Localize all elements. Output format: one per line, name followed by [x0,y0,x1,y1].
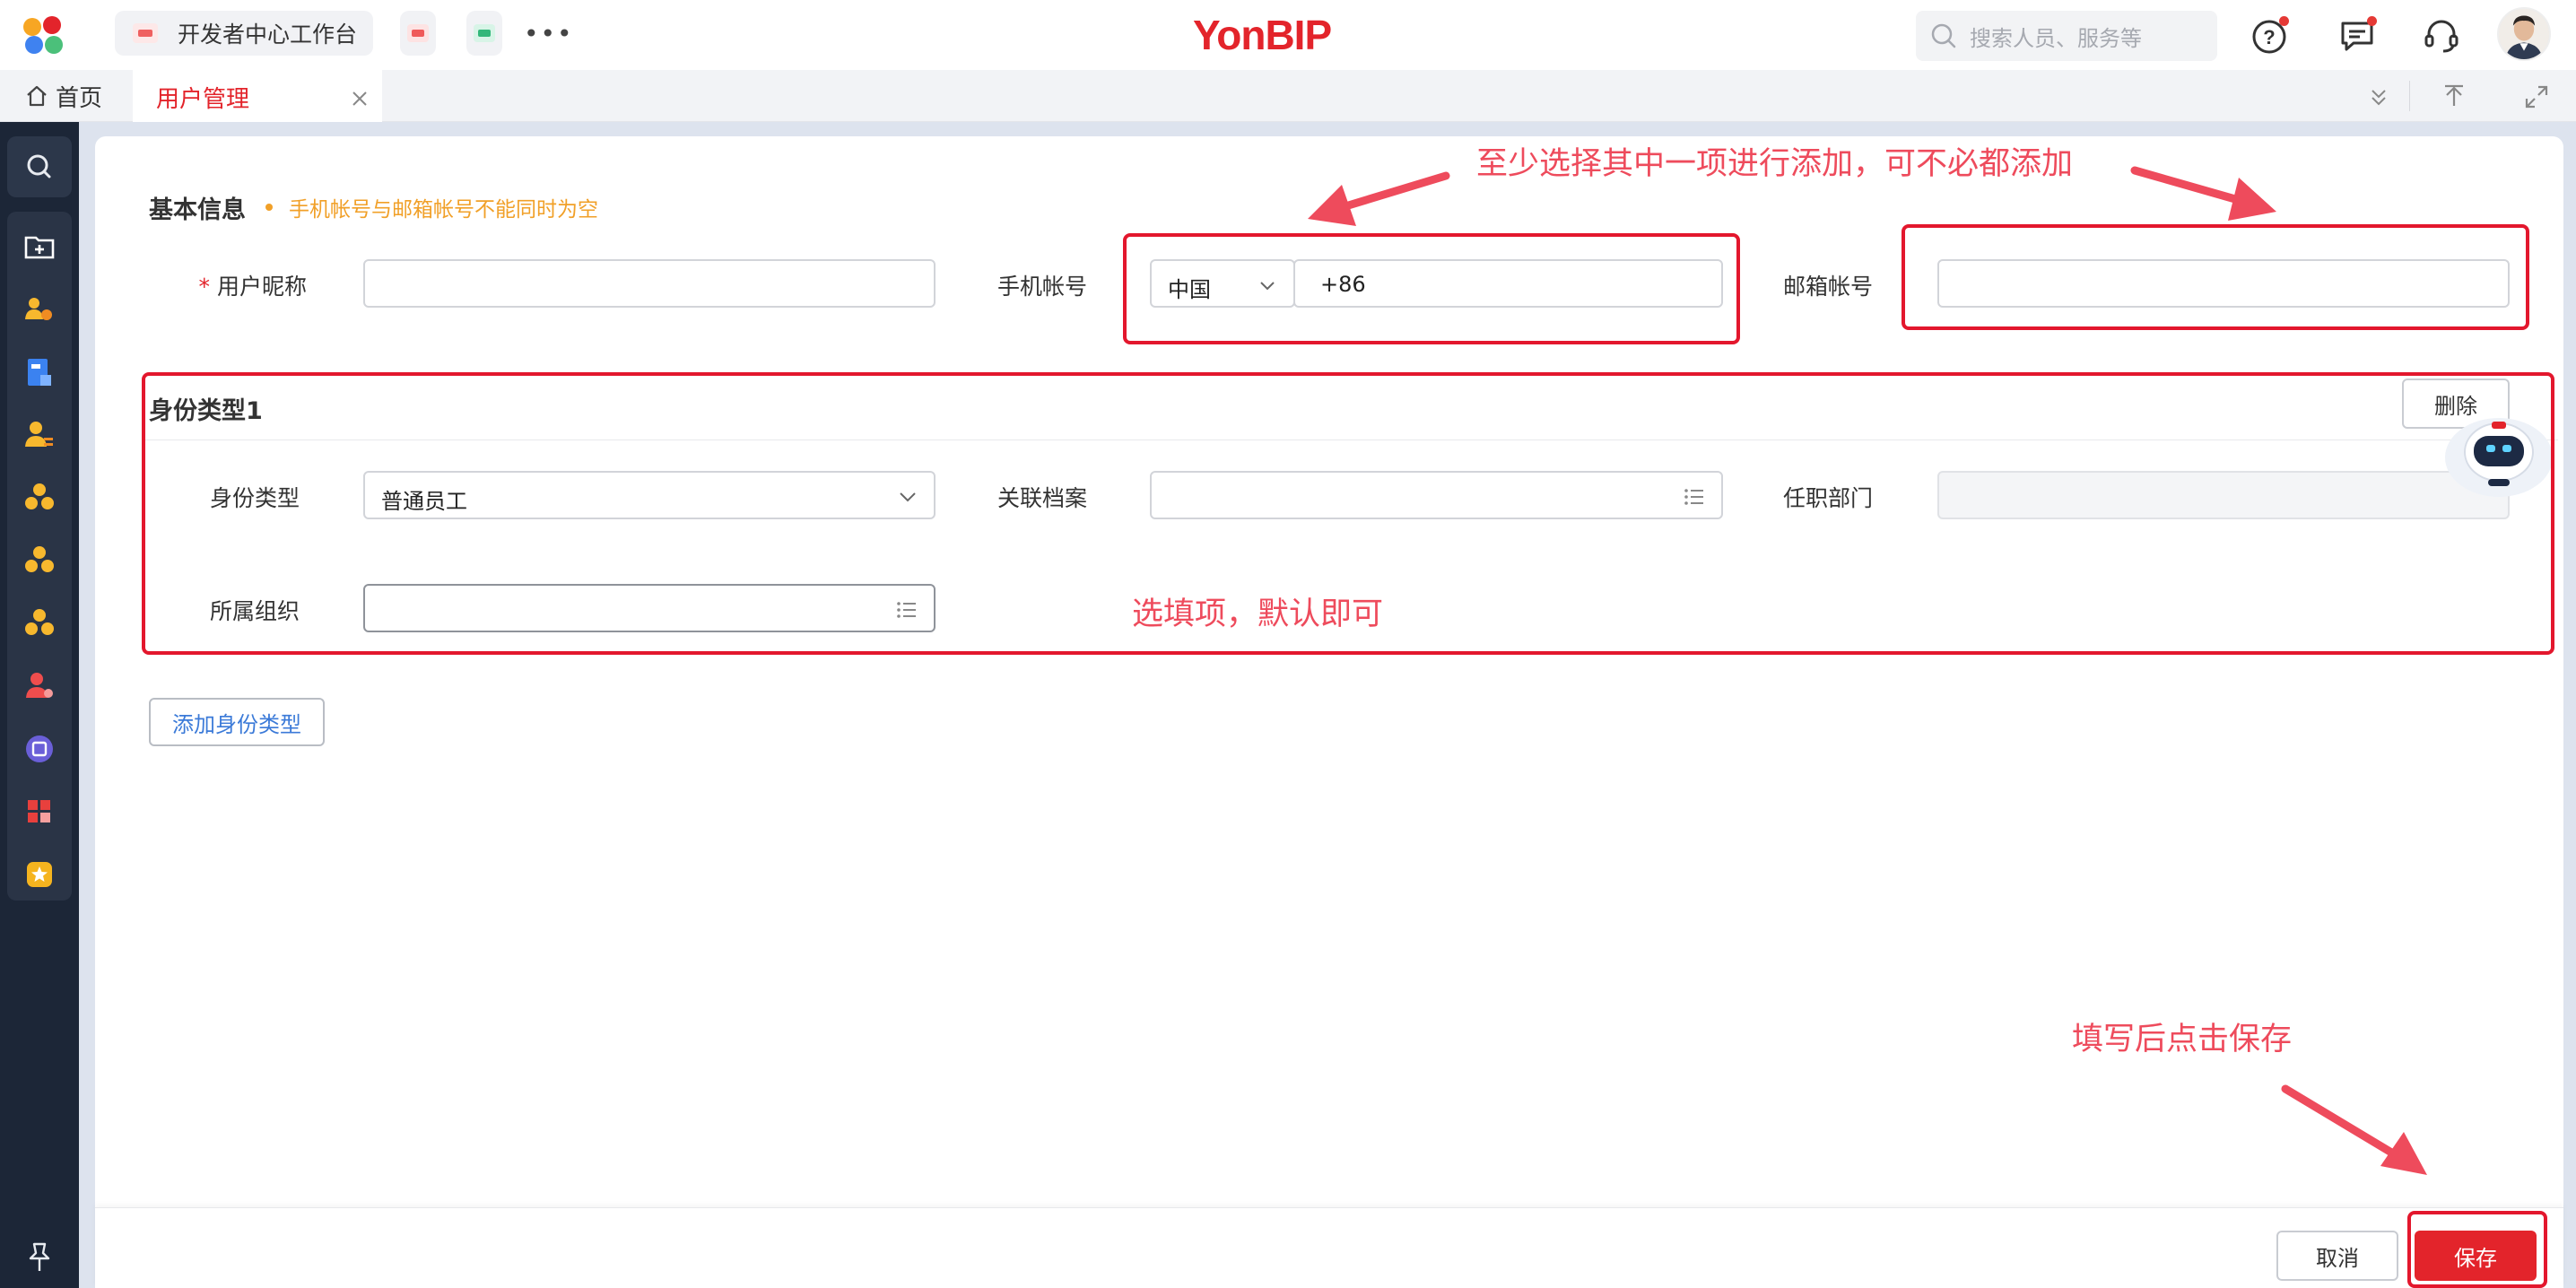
required-marker: * [198,274,210,300]
home-icon [27,85,47,107]
basic-info-title: 基本信息 [149,196,246,224]
search-placeholder: 搜索人员、服务等 [1970,25,2142,51]
top-header: 开发者中心工作台 ••• YonBIP 搜索人员、服务等 ? [0,0,2576,70]
annotation-top-note: 至少选择其中一项进行添加，可不必都添加 [1476,146,2074,182]
left-nav-rail [0,122,79,1288]
tab-toolbar-divider [2409,81,2410,111]
email-label: 邮箱帐号 [1782,274,1873,300]
user-red-icon[interactable] [22,669,57,703]
upload-icon[interactable] [2440,83,2468,111]
app-launcher-icon[interactable] [23,16,66,56]
nickname-label-text: 用户昵称 [216,274,307,300]
search-icon [27,154,51,178]
message-icon[interactable] [2337,16,2377,56]
group-icon[interactable] [22,544,57,578]
chevron-double-down-icon[interactable] [2364,83,2393,111]
app-tab-green[interactable] [466,11,502,56]
annotation-save-note: 填写后点击保存 [2072,1022,2293,1057]
annotation-optional-note: 选填项，默认即可 [1132,596,1384,632]
tab-home[interactable]: 首页 [25,70,102,122]
message-notification-dot [2367,16,2377,26]
fullscreen-icon[interactable] [2522,83,2551,111]
form-footer [95,1207,2563,1288]
grid-red-icon[interactable] [22,795,57,829]
help-icon[interactable]: ? [2250,16,2289,56]
calendar-purple-icon[interactable] [22,732,57,766]
group-icon[interactable] [22,606,57,640]
phone-label: 手机帐号 [996,274,1087,300]
svg-text:?: ? [2263,26,2275,48]
users-gear-icon[interactable] [22,292,57,326]
search-icon [1931,23,1956,48]
global-search-input[interactable]: 搜索人员、服务等 [1916,11,2217,61]
rail-app-group [7,212,72,901]
app-tab-icon [133,23,158,43]
annotation-box-email [1902,224,2529,330]
more-apps-icon[interactable]: ••• [524,22,574,47]
group-icon[interactable] [22,481,57,515]
app-tab-red[interactable] [400,11,436,56]
tab-user-management-label: 用户管理 [156,86,250,113]
annotation-box-phone [1123,233,1740,344]
star-badge-icon[interactable] [22,857,57,892]
add-identity-button[interactable]: 添加身份类型 [149,698,325,746]
annotation-box-save [2407,1211,2547,1288]
customer-service-icon[interactable] [2422,16,2461,56]
pin-icon[interactable] [22,1240,57,1275]
tab-home-label: 首页 [56,84,103,112]
nickname-input[interactable] [363,259,936,308]
nickname-label: * 用户昵称 [176,269,307,301]
close-icon[interactable] [350,89,370,109]
basic-info-hint: 手机帐号与邮箱帐号不能同时为空 [265,192,598,222]
basic-info-hint-text: 手机帐号与邮箱帐号不能同时为空 [289,198,598,222]
brand-logo: YonBIP [1193,12,1332,58]
page-tabs-bar: 首页 用户管理 [0,70,2576,122]
help-notification-dot [2279,16,2289,26]
hint-dot [265,204,273,211]
user-avatar[interactable] [2497,7,2551,61]
app-tab-developer-center[interactable]: 开发者中心工作台 [115,11,373,56]
tab-user-management[interactable]: 用户管理 [133,70,382,122]
red-app-icon [407,24,429,42]
rail-search-button[interactable] [7,136,72,197]
cancel-button[interactable]: 取消 [2276,1231,2398,1281]
user-list-icon[interactable] [22,418,57,452]
folder-add-icon[interactable] [22,230,57,264]
green-app-icon [474,24,495,42]
app-tab-title: 开发者中心工作台 [178,22,358,48]
document-blue-icon[interactable] [22,355,57,389]
